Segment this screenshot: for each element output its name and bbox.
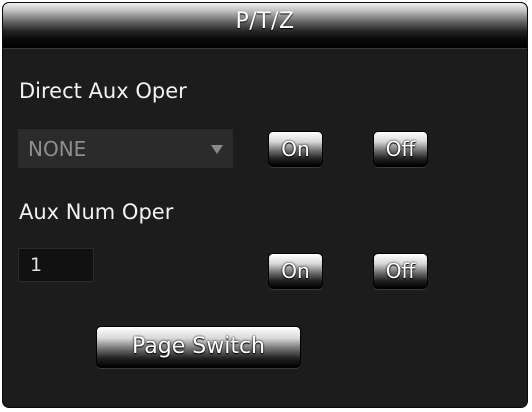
chevron-down-icon[interactable] xyxy=(211,145,223,154)
title-bar: P/T/Z xyxy=(3,3,527,49)
aux-num-oper-label: Aux Num Oper xyxy=(19,200,174,224)
page-switch-button[interactable]: Page Switch xyxy=(96,326,301,368)
direct-aux-select[interactable]: NONE xyxy=(18,128,233,168)
dialog-title: P/T/Z xyxy=(235,9,295,34)
aux-num-on-button[interactable]: On xyxy=(268,253,323,289)
aux-num-value: 1 xyxy=(30,254,43,276)
ptz-dialog: P/T/Z Direct Aux Oper NONE On Off Aux Nu… xyxy=(2,2,528,408)
direct-aux-select-value: NONE xyxy=(28,137,87,161)
aux-num-input[interactable]: 1 xyxy=(18,248,94,282)
direct-aux-off-button[interactable]: Off xyxy=(373,131,428,167)
direct-aux-on-button[interactable]: On xyxy=(268,131,323,167)
direct-aux-oper-label: Direct Aux Oper xyxy=(19,79,187,103)
aux-num-off-button[interactable]: Off xyxy=(373,253,428,289)
